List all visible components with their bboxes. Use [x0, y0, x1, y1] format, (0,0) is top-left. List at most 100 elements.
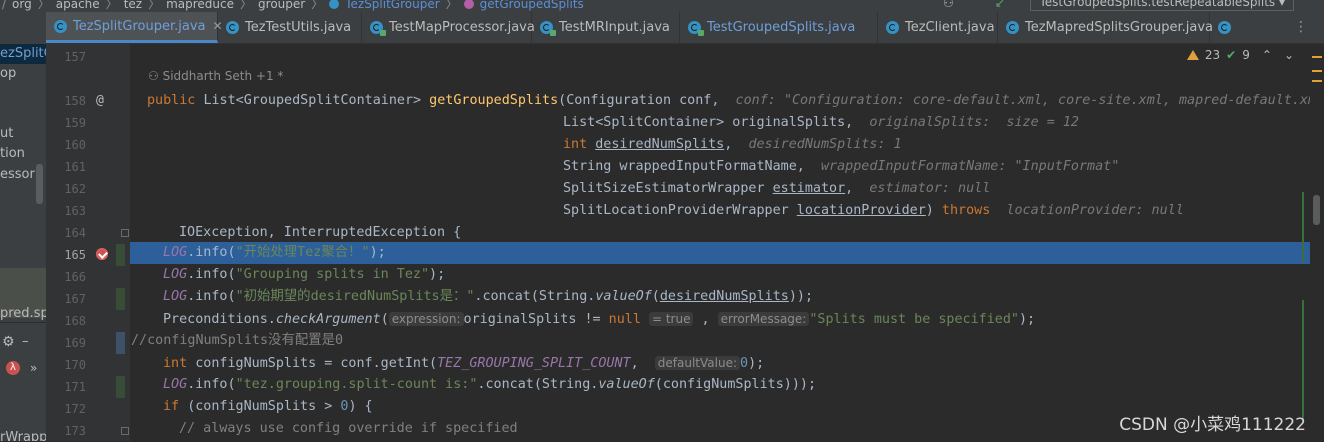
test-class-icon	[540, 21, 556, 36]
line-number-current: 165	[64, 248, 86, 262]
code-line-168: Preconditions.checkArgument(expression: o…	[163, 312, 1036, 327]
navigation-breadcrumb: / org 〉 apache 〉 tez 〉 mapreduce 〉 group…	[0, 0, 1324, 12]
line-number: 169	[64, 336, 86, 350]
more-icon[interactable]: »	[30, 361, 37, 375]
code-line-166: LOG.info("Grouping splits in Tez");	[163, 267, 446, 282]
tab-teztestutils[interactable]: TezTestUtils.java	[218, 12, 362, 43]
run-configuration-select[interactable]: TestGroupedSplits.testRepeatableSplits ▾	[1030, 0, 1294, 11]
tab-label: TestMRInput.java	[559, 20, 670, 35]
project-tree-item[interactable]: rWrapp	[0, 430, 46, 441]
value-hint: = true	[648, 312, 694, 326]
minimize-icon[interactable]: –	[22, 334, 29, 349]
tab-label: TestMapProcessor.java	[389, 20, 535, 35]
line-number: 163	[64, 204, 86, 218]
line-number: 167	[64, 292, 86, 306]
warning-marker[interactable]	[1312, 80, 1322, 82]
change-stripe	[1302, 300, 1304, 420]
inspection-widget[interactable]: 23 ✔ 9 ⌃ ⌄	[1186, 48, 1294, 62]
tab-testmrinput[interactable]: TestMRInput.java	[532, 12, 680, 43]
tab-label: TezClient.java	[905, 20, 995, 35]
code-line-164: IOException, InterruptedException {	[179, 225, 462, 240]
editor-scrollbar[interactable]	[1310, 44, 1324, 441]
vcs-change-marker[interactable]	[116, 376, 125, 398]
fold-icon[interactable]	[121, 427, 129, 435]
tab-tezmapredsplitsgrouper[interactable]: TezMapredSplitsGrouper.java	[998, 12, 1213, 43]
project-tree-item[interactable]: pred.sp	[0, 306, 46, 321]
tab-label: TezMapredSplitsGrouper.java	[1025, 20, 1213, 35]
line-number: 159	[64, 116, 86, 130]
breadcrumb-tez[interactable]: tez	[124, 0, 142, 11]
tab-testgroupedsplits[interactable]: TestGroupedSplits.java	[680, 12, 878, 43]
class-icon	[1218, 21, 1231, 34]
warning-marker[interactable]	[1312, 70, 1322, 72]
project-tree-item[interactable]: ezSplitGr	[0, 46, 46, 61]
breadcrumb-method[interactable]: getGroupedSplits	[480, 0, 584, 11]
run-configuration-label: TestGroupedSplits.testRepeatableSplits	[1039, 0, 1276, 9]
editor-tabs: TezSplitGrouper.java ✕ TezTestUtils.java…	[46, 12, 1324, 44]
line-number: 157	[64, 50, 86, 64]
class-icon	[1006, 21, 1019, 34]
watermark: CSDN @小菜鸡111222	[1119, 415, 1306, 435]
method-icon	[463, 0, 474, 9]
change-stripe	[1302, 192, 1304, 262]
vcs-change-marker[interactable]	[116, 332, 125, 354]
tab-label: TezSplitGrouper.java	[73, 18, 206, 34]
code-editor[interactable]: ⚇ Siddharth Seth +1 * public List<Groupe…	[130, 44, 1310, 441]
code-line-161: String wrappedInputFormatName, wrappedIn…	[563, 159, 1120, 174]
test-class-icon	[688, 21, 704, 36]
tab-tezclient[interactable]: TezClient.java	[878, 12, 998, 43]
breadcrumb-mapreduce[interactable]: mapreduce	[166, 0, 234, 11]
parameter-hint: errorMessage:	[717, 312, 810, 326]
breadcrumb-apache[interactable]: apache	[56, 0, 100, 11]
line-number: 164	[64, 226, 86, 240]
gear-icon[interactable]: ⚙	[2, 334, 15, 350]
vcs-change-marker[interactable]	[116, 288, 125, 310]
lambda-icon[interactable]: λ	[6, 361, 20, 375]
code-line-173: // always use config override if specifi…	[179, 421, 518, 436]
breadcrumb-grouper[interactable]: grouper	[258, 0, 305, 11]
project-tree-item[interactable]: op	[0, 66, 16, 81]
code-line-171: LOG.info("tez.grouping.split-count is:".…	[163, 377, 817, 392]
code-line-172: if (configNumSplits > 0) {	[163, 399, 373, 414]
scrollbar-thumb[interactable]	[1313, 195, 1320, 225]
line-number: 162	[64, 182, 86, 196]
tab-list-icon[interactable]: ⋮	[1294, 19, 1308, 35]
code-line-170: int configNumSplits = conf.getInt(TEZ_GR…	[163, 356, 765, 371]
tab-testmapprocessor[interactable]: TestMapProcessor.java	[362, 12, 535, 43]
project-tree-item[interactable]: ut	[0, 126, 13, 141]
parameter-hint: expression:	[388, 312, 464, 326]
warning-marker[interactable]	[1312, 56, 1322, 58]
fold-icon[interactable]	[121, 229, 129, 237]
chevron-up-icon[interactable]: ⌃	[1262, 48, 1272, 62]
code-line-158: public List<GroupedSplitContainer> getGr…	[147, 93, 1310, 108]
breakpoint-icon[interactable]	[96, 248, 108, 260]
project-tool-window: ezSplitGr op ut tion essor pred.sp ⚙ – λ…	[0, 12, 47, 441]
vcs-user-icon[interactable]: ⚇	[943, 0, 954, 10]
pane-divider	[0, 322, 46, 323]
line-number: 168	[64, 314, 86, 328]
line-number: 158	[64, 94, 86, 108]
chevron-down-icon[interactable]: ⌄	[1284, 48, 1294, 62]
breadcrumb-class[interactable]: TezSplitGrouper	[345, 0, 439, 11]
tab-overflow[interactable]	[1210, 12, 1240, 43]
vcs-change-marker[interactable]	[116, 244, 125, 266]
project-tree-item[interactable]: tion	[0, 146, 25, 161]
project-tree-item[interactable]: essor	[0, 167, 35, 182]
tab-tezsplitgrouper[interactable]: TezSplitGrouper.java ✕	[46, 12, 223, 43]
test-class-icon	[370, 21, 386, 36]
author-hint[interactable]: ⚇ Siddharth Seth +1 *	[148, 69, 283, 83]
code-line-159: List<SplitContainer> originalSplits, ori…	[563, 115, 1079, 130]
code-line-165: LOG.info("开始处理Tez聚合！");	[163, 245, 386, 260]
class-icon	[329, 0, 340, 9]
class-icon	[54, 19, 67, 33]
parameter-hint: defaultValue:	[654, 356, 740, 370]
code-line-162: SplitSizeEstimatorWrapper estimator, est…	[563, 181, 991, 196]
back-arrow-icon[interactable]: ↙	[995, 0, 1005, 10]
breadcrumb-org[interactable]: org	[12, 0, 32, 11]
warning-icon	[1186, 50, 1199, 60]
override-annotation-icon[interactable]: @	[96, 93, 104, 108]
project-scrollbar[interactable]	[36, 164, 43, 204]
line-number: 172	[64, 402, 86, 416]
line-number: 161	[64, 160, 86, 174]
code-line-169: //configNumSplits没有配置是0	[131, 333, 344, 348]
